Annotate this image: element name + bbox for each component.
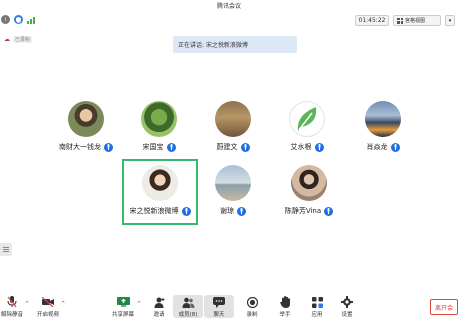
participant-tile[interactable]: 南财大一钱龙 <box>46 101 126 152</box>
share-screen-button[interactable]: 共享屏幕 <box>108 295 138 318</box>
avatar <box>68 101 104 137</box>
participant-tile[interactable]: 宋之悦新浪微博 <box>120 165 200 216</box>
avatar <box>141 101 177 137</box>
invite-user-icon <box>154 297 164 308</box>
microphone-muted-icon <box>7 296 17 308</box>
view-mode-button[interactable]: 宫格视图 <box>393 15 441 26</box>
record-label: 录制 <box>246 312 258 318</box>
mute-label: 解除静音 <box>0 312 23 318</box>
mute-button[interactable]: 解除静音 <box>0 295 27 318</box>
participant-tile[interactable]: 肖焱龙 <box>343 101 423 152</box>
participant-tile[interactable]: 蔚建文 <box>193 101 273 152</box>
participant-name: 陈静芳Vina <box>284 207 322 215</box>
leave-meeting-button[interactable]: 离开会 <box>430 299 458 315</box>
participant-name: 肖焱龙 <box>366 143 388 151</box>
settings-button[interactable]: 设置 <box>332 295 362 318</box>
invite-label: 邀请 <box>153 312 165 318</box>
grid-icon <box>397 17 403 24</box>
recording-tag: 已录制 <box>13 36 33 43</box>
audio-options-chevron-icon[interactable]: ^ <box>25 301 29 307</box>
apps-label: 应用 <box>311 312 323 318</box>
raise-hand-label: 举手 <box>279 312 291 318</box>
apps-grid-icon <box>311 296 323 308</box>
chat-button[interactable]: 聊天 <box>204 295 234 318</box>
bottom-toolbar: 解除静音 ^ 开启视频 ^ 共享屏幕 ^ 邀请 成员(8) 聊天 录制 举手 应… <box>0 293 458 321</box>
microphone-icon <box>240 142 250 152</box>
participant-name: 宋之悦新浪微博 <box>129 207 179 215</box>
raise-hand-button[interactable]: 举手 <box>270 295 300 318</box>
video-label: 开启视频 <box>36 312 59 318</box>
record-icon <box>246 296 258 308</box>
participant-name: 谢琼 <box>220 207 234 215</box>
camera-off-icon <box>42 297 54 307</box>
top-status-icons: i <box>1 15 35 24</box>
avatar <box>291 165 327 201</box>
share-screen-label: 共享屏幕 <box>111 312 134 318</box>
meeting-timer: 01:45:22 <box>355 15 389 26</box>
share-screen-icon <box>116 297 130 307</box>
participant-tile[interactable]: 宋国宝 <box>119 101 199 152</box>
avatar <box>215 101 251 137</box>
microphone-icon <box>390 142 400 152</box>
video-button[interactable]: 开启视频 <box>33 295 63 318</box>
participant-name: 蔚建文 <box>216 143 238 151</box>
microphone-icon <box>314 142 324 152</box>
participant-tile[interactable]: 陈静芳Vina <box>269 165 349 216</box>
video-options-chevron-icon[interactable]: ^ <box>61 301 65 307</box>
participant-tile[interactable]: 谢琼 <box>193 165 273 216</box>
cloud-icon: ☁ <box>4 36 10 43</box>
share-options-chevron-icon[interactable]: ^ <box>137 301 141 307</box>
members-label: 成员(8) <box>178 312 198 318</box>
members-button[interactable]: 成员(8) <box>173 295 203 318</box>
chat-bubble-icon <box>213 296 225 308</box>
members-icon <box>182 297 194 308</box>
participant-name: 宋国宝 <box>142 143 164 151</box>
apps-button[interactable]: 应用 <box>302 295 332 318</box>
speaking-banner: 正在讲话: 宋之悦新浪微博 <box>173 36 297 53</box>
meeting-window: 腾讯会议 i 01:45:22 宫格视图 ▾ ☁ 已录制 正在讲话: 宋之悦新浪… <box>0 0 458 321</box>
window-title: 腾讯会议 <box>216 3 241 10</box>
avatar <box>365 101 401 137</box>
record-button[interactable]: 录制 <box>237 295 267 318</box>
microphone-icon <box>166 142 176 152</box>
microphone-icon <box>237 206 246 216</box>
invite-button[interactable]: 邀请 <box>144 295 174 318</box>
avatar <box>215 165 251 201</box>
microphone-icon <box>181 206 191 216</box>
leaf-logo-icon <box>297 107 317 131</box>
raise-hand-icon <box>279 296 290 308</box>
chat-label: 聊天 <box>213 312 225 318</box>
avatar <box>289 101 325 137</box>
participant-name: 艾水根 <box>290 143 312 151</box>
side-panel-handle[interactable] <box>0 243 12 256</box>
avatar <box>142 165 178 201</box>
info-icon[interactable]: i <box>1 15 10 24</box>
participant-tile[interactable]: 艾水根 <box>267 101 347 152</box>
gear-icon <box>341 296 353 308</box>
shield-icon[interactable] <box>14 15 23 24</box>
microphone-icon <box>104 142 113 152</box>
signal-icon[interactable] <box>27 15 35 24</box>
participant-name: 南财大一钱龙 <box>59 143 101 151</box>
recording-indicator[interactable]: ☁ 已录制 <box>4 36 33 43</box>
settings-label: 设置 <box>341 312 353 318</box>
view-mode-label: 宫格视图 <box>405 18 426 24</box>
microphone-icon <box>324 206 334 216</box>
view-menu-chevron-icon[interactable]: ▾ <box>445 15 455 26</box>
